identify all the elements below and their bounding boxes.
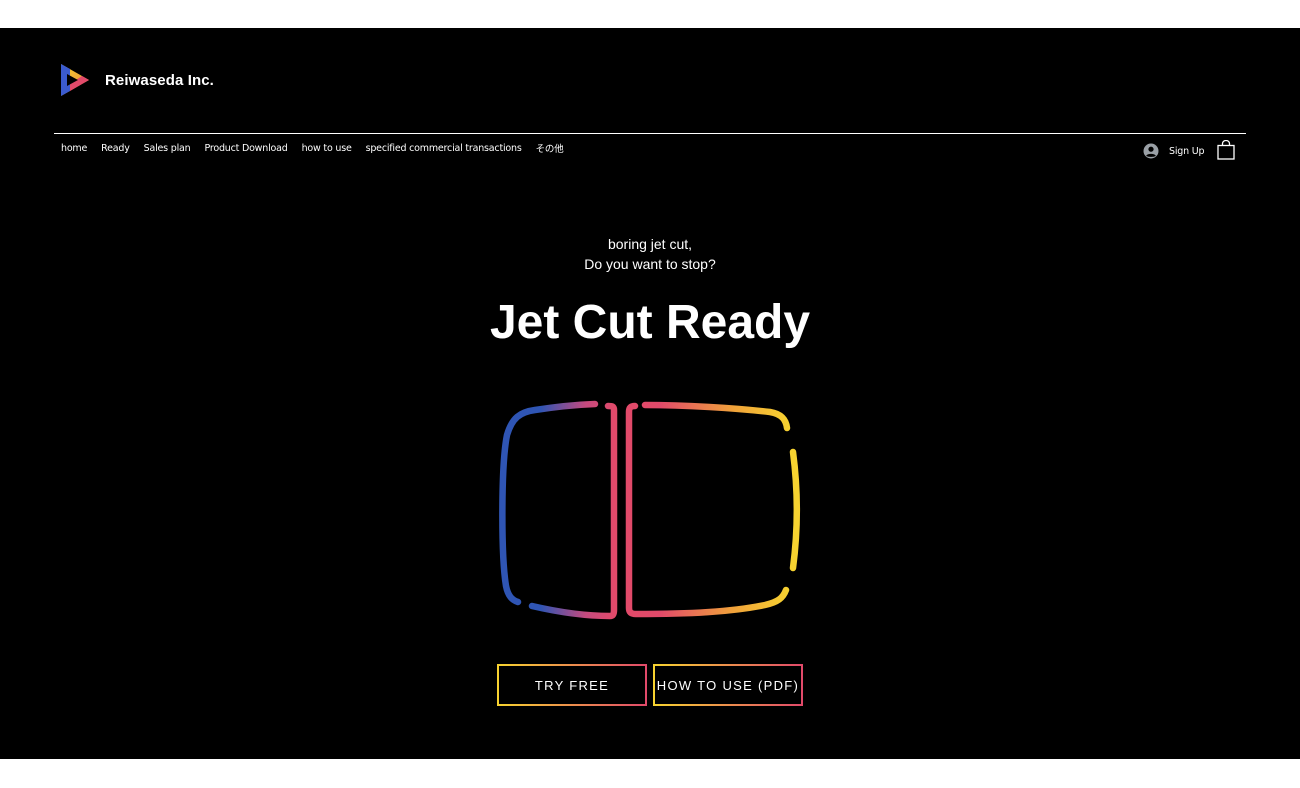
nav-item-other[interactable]: その他 xyxy=(529,139,571,157)
how-to-use-pdf-button[interactable]: HOW TO USE (PDF) xyxy=(653,664,803,706)
nav-item-specified-commercial-transactions[interactable]: specified commercial transactions xyxy=(359,141,529,156)
nav-item-home[interactable]: home xyxy=(54,141,94,156)
nav-divider xyxy=(54,133,1246,134)
sign-up-label: Sign Up xyxy=(1169,145,1205,157)
brand-name: Reiwaseda Inc. xyxy=(105,71,214,89)
try-free-button[interactable]: TRY FREE xyxy=(497,664,647,706)
nav-item-ready[interactable]: Ready xyxy=(94,141,137,156)
shopping-bag-icon xyxy=(1217,140,1235,160)
hero-title: Jet Cut Ready xyxy=(489,296,811,349)
user-avatar-icon xyxy=(1143,143,1159,159)
nav-item-sales-plan[interactable]: Sales plan xyxy=(137,141,198,156)
nav-item-product-download[interactable]: Product Download xyxy=(197,141,294,156)
nav-item-how-to-use[interactable]: how to use xyxy=(295,141,359,156)
brand[interactable]: Reiwaseda Inc. xyxy=(58,62,214,98)
page: Reiwaseda Inc. home Ready Sales plan Pro… xyxy=(0,28,1300,759)
sign-up-button[interactable]: Sign Up xyxy=(1143,143,1205,159)
hero-kicker-line-1: boring jet cut, xyxy=(607,236,693,252)
hero-kicker: boring jet cut, Do you want to stop? xyxy=(0,234,1300,274)
main-nav: home Ready Sales plan Product Download h… xyxy=(54,139,571,157)
hero-kicker-line-2: Do you want to stop? xyxy=(584,256,716,272)
play-triangle-logo-icon xyxy=(61,64,89,96)
cart-button[interactable] xyxy=(1216,140,1236,160)
split-frame-gradient-icon xyxy=(499,400,800,620)
